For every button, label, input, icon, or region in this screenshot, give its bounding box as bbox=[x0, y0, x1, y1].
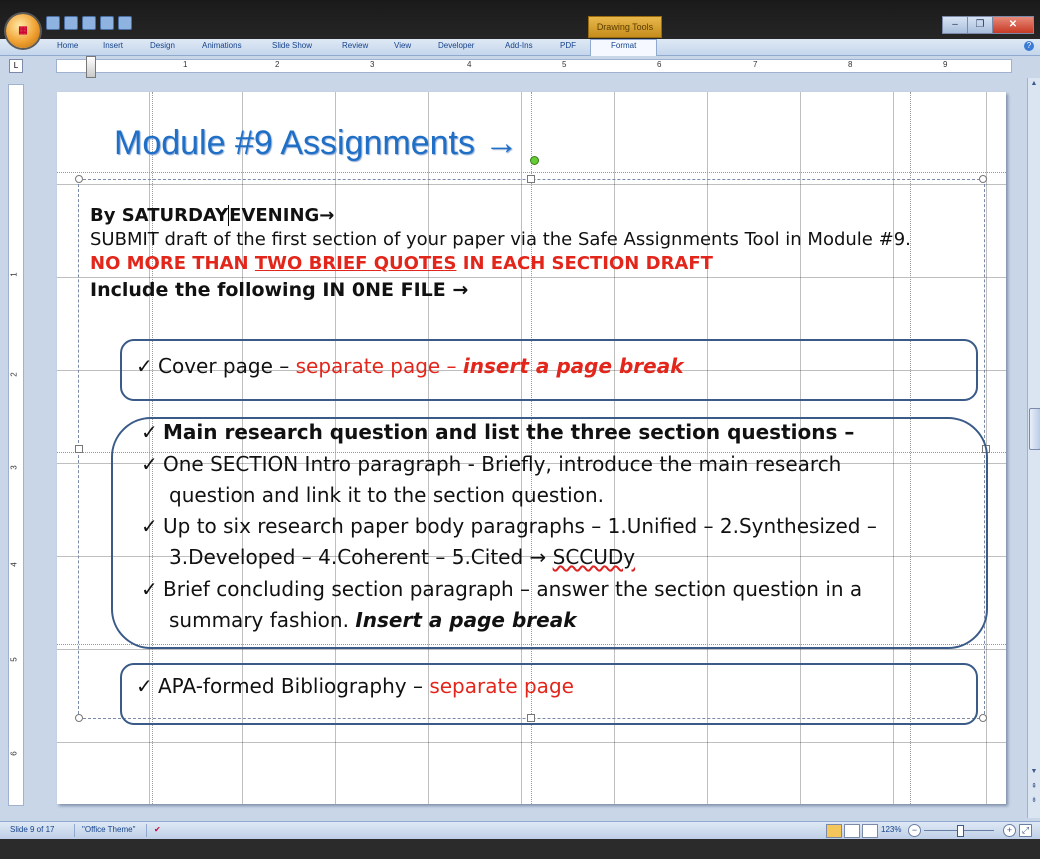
sections-box[interactable]: ✓ Main research question and list the thr… bbox=[111, 417, 988, 649]
list-item-continued: 3.Developed – 4.Coherent – 5.Cited → SCC… bbox=[169, 545, 636, 569]
window-controls: – ❐ ✕ bbox=[942, 16, 1034, 34]
slide-show-icon[interactable] bbox=[862, 824, 878, 838]
zoom-out-icon[interactable]: − bbox=[908, 824, 921, 837]
close-button[interactable]: ✕ bbox=[992, 16, 1034, 34]
resize-handle[interactable] bbox=[527, 175, 535, 183]
new-slide-icon[interactable] bbox=[100, 16, 114, 30]
office-button[interactable]: ▦ bbox=[6, 14, 40, 48]
list-item: ✓ Brief concluding section paragraph – an… bbox=[141, 577, 863, 601]
rotation-handle[interactable] bbox=[530, 156, 539, 165]
ruler-number: 5 bbox=[562, 60, 567, 69]
ruler-number: 6 bbox=[657, 60, 662, 69]
tab-review[interactable]: Review bbox=[342, 41, 368, 50]
ruler-number: 1 bbox=[183, 60, 188, 69]
slide-counter: Slide 9 of 17 bbox=[10, 825, 55, 834]
tab-insert[interactable]: Insert bbox=[103, 41, 123, 50]
scroll-up-icon[interactable]: ▲ bbox=[1029, 80, 1039, 92]
minimize-button[interactable]: – bbox=[942, 16, 968, 34]
scroll-thumb[interactable] bbox=[1029, 408, 1040, 450]
tab-developer[interactable]: Developer bbox=[438, 41, 474, 50]
horizontal-ruler-row: L 1 2 3 4 5 6 7 8 9 bbox=[0, 56, 1040, 78]
title-bar: Drawing Tools – ❐ ✕ bbox=[0, 0, 1040, 39]
include-line: Include the following IN 0NE FILE → bbox=[90, 279, 469, 301]
scroll-down-icon[interactable]: ▼ bbox=[1029, 768, 1039, 780]
ruler-number: 6 bbox=[9, 751, 19, 756]
ruler-number: 4 bbox=[9, 562, 19, 567]
list-item: ✓ One SECTION Intro paragraph - Briefly, … bbox=[141, 452, 842, 476]
next-slide-icon[interactable]: ⇟ bbox=[1029, 796, 1039, 808]
ruler-number: 8 bbox=[848, 60, 853, 69]
undo-icon[interactable] bbox=[64, 16, 78, 30]
indent-marker[interactable] bbox=[86, 56, 96, 78]
drawing-tools-contextual-tab: Drawing Tools bbox=[588, 16, 662, 38]
customize-qat-icon[interactable] bbox=[118, 16, 132, 30]
tab-pdf[interactable]: PDF bbox=[560, 41, 576, 50]
office-logo-icon: ▦ bbox=[18, 25, 28, 36]
deadline-line: By SATURDAYEVENING→ bbox=[90, 205, 335, 226]
spell-check-icon[interactable]: ✔ bbox=[154, 825, 161, 834]
slide-sorter-icon[interactable] bbox=[844, 824, 860, 838]
zoom-slider-knob[interactable] bbox=[957, 825, 964, 837]
list-item: ✓ Cover page – separate page – insert a p… bbox=[136, 354, 684, 378]
resize-handle[interactable] bbox=[979, 714, 987, 722]
ruler-number: 2 bbox=[275, 60, 280, 69]
ruler-number: 3 bbox=[370, 60, 375, 69]
list-item-continued: question and link it to the section ques… bbox=[169, 483, 604, 507]
status-bar: Slide 9 of 17 "Office Theme" ✔ 123% − + … bbox=[0, 821, 1040, 840]
tab-animations[interactable]: Animations bbox=[202, 41, 242, 50]
restore-button[interactable]: ❐ bbox=[967, 16, 993, 34]
fit-to-window-icon[interactable]: ⤢ bbox=[1019, 824, 1032, 837]
ruler-number: 2 bbox=[9, 372, 19, 377]
ruler-number: 1 bbox=[9, 272, 19, 277]
tab-selector[interactable]: L bbox=[9, 59, 23, 73]
list-item: ✓ APA-formed Bibliography – separate page bbox=[136, 674, 574, 698]
ruler-number: 7 bbox=[753, 60, 758, 69]
tab-view[interactable]: View bbox=[394, 41, 411, 50]
list-item-continued: summary fashion. Insert a page break bbox=[169, 608, 577, 632]
ruler-number: 5 bbox=[9, 657, 19, 662]
tab-slide-show[interactable]: Slide Show bbox=[272, 41, 312, 50]
resize-handle[interactable] bbox=[75, 445, 83, 453]
cover-page-box[interactable]: ✓ Cover page – separate page – insert a p… bbox=[120, 339, 978, 401]
slide-title[interactable]: Module #9 Assignments → bbox=[114, 124, 518, 163]
tab-format[interactable]: Format bbox=[590, 39, 658, 57]
ruler-number: 9 bbox=[943, 60, 948, 69]
ribbon-tabs: Home Insert Design Animations Slide Show… bbox=[0, 39, 1040, 57]
list-item: ✓ Main research question and list the thr… bbox=[141, 420, 855, 444]
tab-home[interactable]: Home bbox=[57, 41, 78, 50]
resize-handle[interactable] bbox=[75, 175, 83, 183]
tab-design[interactable]: Design bbox=[150, 41, 175, 50]
normal-view-icon[interactable] bbox=[826, 824, 842, 838]
vertical-ruler[interactable]: 1 2 3 4 5 6 bbox=[8, 84, 24, 806]
quick-access-toolbar bbox=[46, 16, 132, 32]
save-icon[interactable] bbox=[46, 16, 60, 30]
desktop-strip bbox=[0, 839, 1040, 859]
previous-slide-icon[interactable]: ⇞ bbox=[1029, 782, 1039, 794]
zoom-level[interactable]: 123% bbox=[881, 825, 901, 834]
tab-add-ins[interactable]: Add-Ins bbox=[505, 41, 533, 50]
zoom-in-icon[interactable]: + bbox=[1003, 824, 1016, 837]
bibliography-box[interactable]: ✓ APA-formed Bibliography – separate page bbox=[120, 663, 978, 725]
ruler-number: 4 bbox=[467, 60, 472, 69]
resize-handle[interactable] bbox=[75, 714, 83, 722]
status-divider bbox=[146, 824, 147, 837]
theme-name[interactable]: "Office Theme" bbox=[82, 825, 135, 834]
list-item: ✓ Up to six research paper body paragraph… bbox=[141, 514, 877, 538]
view-buttons bbox=[826, 824, 878, 838]
help-icon[interactable]: ? bbox=[1024, 41, 1034, 51]
resize-handle[interactable] bbox=[979, 175, 987, 183]
submit-line: SUBMIT draft of the first section of you… bbox=[90, 229, 911, 250]
status-divider bbox=[74, 824, 75, 837]
quotes-warning-line: NO MORE THAN TWO BRIEF QUOTES IN EACH SE… bbox=[90, 253, 713, 274]
horizontal-ruler[interactable]: 1 2 3 4 5 6 7 8 9 bbox=[56, 59, 1012, 73]
powerpoint-window: Drawing Tools – ❐ ✕ ▦ Home Insert Design… bbox=[0, 0, 1040, 859]
slide-canvas[interactable]: Module #9 Assignments → By SATURDAYEVENI… bbox=[57, 92, 1006, 804]
redo-icon[interactable] bbox=[82, 16, 96, 30]
zoom-slider[interactable] bbox=[924, 825, 994, 837]
body-text[interactable]: By SATURDAYEVENING→ SUBMIT draft of the … bbox=[90, 204, 911, 304]
ruler-number: 3 bbox=[9, 465, 19, 470]
vertical-scrollbar[interactable]: ▲ ▼ ⇞ ⇟ bbox=[1027, 78, 1040, 818]
